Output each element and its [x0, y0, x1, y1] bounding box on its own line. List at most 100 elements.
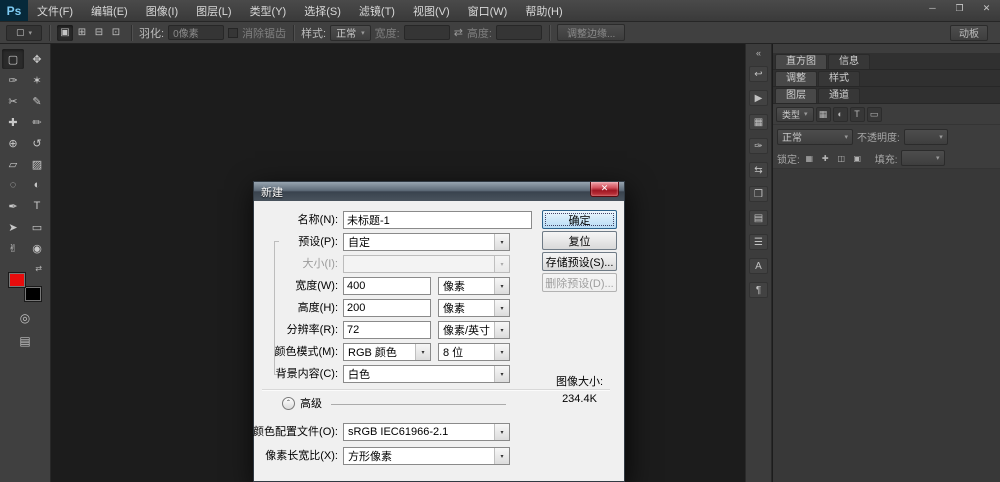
- brush-panel-icon[interactable]: ✑: [749, 138, 768, 154]
- resolution-unit-dropdown[interactable]: 像素/英寸 ▾: [438, 321, 510, 339]
- menu-file[interactable]: 文件(F): [28, 0, 82, 21]
- quick-mask-icon[interactable]: ◎: [20, 311, 30, 325]
- tab-styles[interactable]: 样式: [818, 71, 860, 86]
- tool-presets-panel-icon[interactable]: ☰: [749, 234, 768, 250]
- name-input[interactable]: [343, 211, 532, 229]
- advanced-toggle-icon[interactable]: ˆ: [282, 397, 295, 410]
- navigator-panel-icon[interactable]: ❒: [749, 186, 768, 202]
- menu-window[interactable]: 窗口(W): [459, 0, 517, 21]
- menu-type[interactable]: 类型(Y): [241, 0, 296, 21]
- tab-adjustments[interactable]: 调整: [775, 71, 817, 86]
- tool-magic-wand[interactable]: ✶: [26, 70, 48, 90]
- tool-eyedropper[interactable]: ✎: [26, 91, 48, 111]
- chevron-down-icon: ▾: [494, 424, 509, 440]
- filter-type-layers-icon[interactable]: T: [850, 107, 865, 122]
- new-selection-icon[interactable]: ▣: [57, 25, 73, 41]
- style-dropdown[interactable]: 正常 ▾: [330, 25, 371, 41]
- tool-preset-picker[interactable]: ▢ ▾: [6, 25, 42, 41]
- bit-depth-dropdown[interactable]: 8 位 ▾: [438, 343, 510, 361]
- tool-history-brush[interactable]: ↺: [26, 133, 48, 153]
- screen-mode-icon[interactable]: ▤: [19, 334, 30, 348]
- tool-hand[interactable]: ✌: [2, 238, 24, 258]
- width-input[interactable]: [343, 277, 431, 295]
- notes-panel-icon[interactable]: ▤: [749, 210, 768, 226]
- height-input[interactable]: [343, 299, 431, 317]
- lock-image-icon[interactable]: ✚: [819, 152, 832, 165]
- swatches-panel-icon[interactable]: ▦: [749, 114, 768, 130]
- menu-select[interactable]: 选择(S): [295, 0, 350, 21]
- tool-spot-healing-brush[interactable]: ✚: [2, 112, 24, 132]
- color-profile-dropdown[interactable]: sRGB IEC61966-2.1 ▾: [343, 423, 510, 441]
- tool-gradient[interactable]: ▨: [26, 154, 48, 174]
- layer-filter-kind-dropdown[interactable]: 类型 ▾: [776, 107, 814, 122]
- refine-edge-button[interactable]: 调整边缘...: [557, 24, 625, 41]
- tool-blur[interactable]: ◌: [2, 175, 24, 195]
- add-to-selection-icon[interactable]: ⊞: [74, 25, 90, 41]
- antialias-checkbox[interactable]: [228, 28, 238, 38]
- tool-type[interactable]: T: [26, 196, 48, 216]
- tool-dodge[interactable]: ◐: [26, 175, 48, 195]
- width-unit-dropdown[interactable]: 像素 ▾: [438, 277, 510, 295]
- swap-dimensions-icon[interactable]: ⇄: [454, 26, 463, 39]
- tool-zoom[interactable]: ◉: [26, 238, 48, 258]
- tab-layers[interactable]: 图层: [775, 88, 817, 103]
- expand-panels-icon[interactable]: «: [756, 48, 761, 58]
- tab-info[interactable]: 信息: [828, 54, 870, 69]
- menu-layer[interactable]: 图层(L): [187, 0, 240, 21]
- restore-icon[interactable]: ❐: [946, 0, 973, 16]
- workspace-switcher[interactable]: 动板: [950, 25, 988, 41]
- background-dropdown[interactable]: 白色 ▾: [343, 365, 510, 383]
- tool-brush[interactable]: ✏: [26, 112, 48, 132]
- paragraph-panel-icon[interactable]: ¶: [749, 282, 768, 298]
- minimize-icon[interactable]: ─: [919, 0, 946, 16]
- tab-channels[interactable]: 通道: [818, 88, 860, 103]
- blend-mode-dropdown[interactable]: 正常 ▾: [777, 129, 853, 145]
- tool-rectangle[interactable]: ▭: [26, 217, 48, 237]
- close-icon[interactable]: ✕: [973, 0, 1000, 16]
- preset-dropdown[interactable]: 自定 ▾: [343, 233, 510, 251]
- properties-panel-icon[interactable]: ▶: [749, 90, 768, 106]
- intersect-selection-icon[interactable]: ⊡: [108, 25, 124, 41]
- menu-edit[interactable]: 编辑(E): [82, 0, 137, 21]
- resolution-input[interactable]: [343, 321, 431, 339]
- character-panel-icon[interactable]: A: [749, 258, 768, 274]
- height-input[interactable]: [496, 25, 542, 40]
- clone-source-panel-icon[interactable]: ⇆: [749, 162, 768, 178]
- width-input[interactable]: [404, 25, 450, 40]
- swap-colors-icon[interactable]: ⇄: [35, 265, 42, 273]
- background-color-swatch[interactable]: [24, 286, 42, 302]
- tool-move[interactable]: ✥: [26, 49, 48, 69]
- lock-pixels-icon[interactable]: ▦: [803, 152, 816, 165]
- tool-lasso[interactable]: ✑: [2, 70, 24, 90]
- tool-path-selection[interactable]: ➤: [2, 217, 24, 237]
- menu-filter[interactable]: 滤镜(T): [350, 0, 404, 21]
- tool-eraser[interactable]: ▱: [2, 154, 24, 174]
- tool-clone-stamp[interactable]: ⊕: [2, 133, 24, 153]
- height-unit-dropdown[interactable]: 像素 ▾: [438, 299, 510, 317]
- subtract-from-selection-icon[interactable]: ⊟: [91, 25, 107, 41]
- menu-view[interactable]: 视图(V): [404, 0, 459, 21]
- filter-adjustment-layers-icon[interactable]: ◐: [833, 107, 848, 122]
- tool-crop[interactable]: ✂: [2, 91, 24, 111]
- color-mode-dropdown[interactable]: RGB 颜色 ▾: [343, 343, 431, 361]
- feather-input[interactable]: [168, 25, 224, 40]
- history-panel-icon[interactable]: ↩: [749, 66, 768, 82]
- filter-pixel-layers-icon[interactable]: ▦: [816, 107, 831, 122]
- lock-position-icon[interactable]: ◫: [835, 152, 848, 165]
- menu-image[interactable]: 图像(I): [137, 0, 187, 21]
- tool-pen[interactable]: ✒: [2, 196, 24, 216]
- tab-histogram[interactable]: 直方图: [775, 54, 827, 69]
- dialog-title-bar[interactable]: 新建 ✕: [254, 182, 624, 201]
- tool-rectangular-marquee[interactable]: ▢: [2, 49, 24, 69]
- opacity-dropdown[interactable]: ▾: [904, 129, 948, 145]
- save-preset-button[interactable]: 存储预设(S)...: [542, 252, 617, 271]
- menu-help[interactable]: 帮助(H): [516, 0, 571, 21]
- fill-dropdown[interactable]: ▾: [901, 150, 945, 166]
- ok-button[interactable]: 确定: [542, 210, 617, 229]
- dialog-close-icon[interactable]: ✕: [590, 182, 619, 197]
- foreground-color-swatch[interactable]: [8, 272, 26, 288]
- lock-all-icon[interactable]: ▣: [851, 152, 864, 165]
- pixel-aspect-dropdown[interactable]: 方形像素 ▾: [343, 447, 510, 465]
- filter-shape-layers-icon[interactable]: ▭: [867, 107, 882, 122]
- reset-button[interactable]: 复位: [542, 231, 617, 250]
